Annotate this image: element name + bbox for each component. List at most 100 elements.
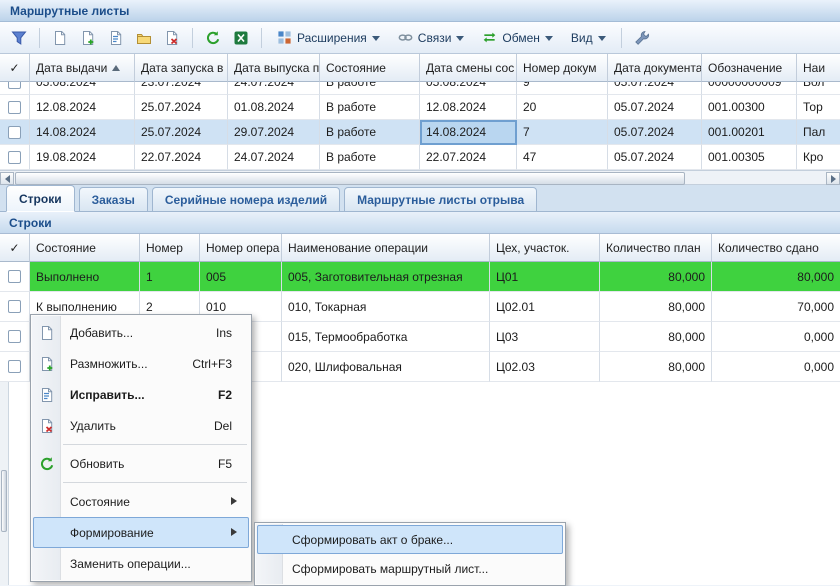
open-button[interactable] bbox=[131, 25, 157, 51]
cell-doc-date[interactable]: 05.07.2024 bbox=[608, 95, 702, 120]
row-checkbox[interactable] bbox=[8, 360, 21, 373]
column-header-issue-date[interactable]: Дата выдачи bbox=[30, 54, 135, 82]
cell-qty-done[interactable]: 70,000 bbox=[712, 292, 840, 322]
horizontal-scroll-thumb[interactable] bbox=[15, 172, 685, 185]
column-header-name[interactable]: Наи bbox=[797, 54, 840, 82]
row-checkbox[interactable] bbox=[8, 330, 21, 343]
cell-state[interactable]: В работе bbox=[320, 82, 420, 95]
tab-zakazy[interactable]: Заказы bbox=[79, 187, 148, 211]
cell-name[interactable]: Пал bbox=[797, 120, 840, 145]
clone-document-button[interactable] bbox=[75, 25, 101, 51]
export-excel-button[interactable] bbox=[228, 25, 254, 51]
table-row[interactable]: 12.08.2024 25.07.2024 01.08.2024 В работ… bbox=[0, 95, 840, 120]
cell-state-change-date[interactable]: 22.07.2024 bbox=[420, 145, 517, 170]
column-header-doc-date[interactable]: Дата документа bbox=[608, 54, 702, 82]
cell-launch-date[interactable]: 23.07.2024 bbox=[135, 82, 228, 95]
refresh-button[interactable] bbox=[200, 25, 226, 51]
table-row-clipped[interactable]: 05.08.2024 23.07.2024 24.07.2024 В работ… bbox=[0, 82, 840, 95]
menu-item-edit[interactable]: Исправить... F2 bbox=[33, 379, 249, 410]
cell-launch-date[interactable]: 22.07.2024 bbox=[135, 145, 228, 170]
cell-qty-plan[interactable]: 80,000 bbox=[600, 352, 712, 382]
new-document-button[interactable] bbox=[47, 25, 73, 51]
menu-item-formation[interactable]: Формирование bbox=[33, 517, 249, 548]
vertical-scrollbar[interactable] bbox=[0, 382, 9, 585]
column-header-state-change-date[interactable]: Дата смены сос bbox=[420, 54, 517, 82]
cell-workshop[interactable]: Ц02.03 bbox=[490, 352, 600, 382]
table-row-selected[interactable]: 14.08.2024 25.07.2024 29.07.2024 В работ… bbox=[0, 120, 840, 145]
tab-stroki[interactable]: Строки bbox=[6, 185, 75, 212]
cell-name[interactable]: Кро bbox=[797, 145, 840, 170]
cell-state[interactable]: В работе bbox=[320, 95, 420, 120]
exchange-menu-button[interactable]: Обмен bbox=[474, 25, 561, 51]
cell-operation-name[interactable]: 005, Заготовительная отрезная bbox=[282, 262, 490, 292]
cell-designation[interactable]: 001.00305 bbox=[702, 145, 797, 170]
menu-item-delete[interactable]: Удалить Del bbox=[33, 410, 249, 441]
column-header-release-date[interactable]: Дата выпуска п bbox=[228, 54, 320, 82]
cell-qty-plan[interactable]: 80,000 bbox=[600, 292, 712, 322]
extensions-menu-button[interactable]: Расширения bbox=[269, 25, 388, 51]
view-menu-button[interactable]: Вид bbox=[563, 25, 614, 51]
row-checkbox[interactable] bbox=[8, 82, 21, 89]
submenu-item-route-sheet[interactable]: Сформировать маршрутный лист... bbox=[257, 554, 563, 583]
cell-release-date[interactable]: 24.07.2024 bbox=[228, 145, 320, 170]
cell-operation-number[interactable]: 005 bbox=[200, 262, 282, 292]
cell-designation[interactable]: 001.00300 bbox=[702, 95, 797, 120]
cell-release-date[interactable]: 29.07.2024 bbox=[228, 120, 320, 145]
horizontal-scrollbar[interactable] bbox=[0, 170, 840, 185]
menu-item-state[interactable]: Состояние bbox=[33, 486, 249, 517]
column-header-state[interactable]: Состояние bbox=[30, 234, 140, 262]
cell-name[interactable]: Вол bbox=[797, 82, 840, 95]
cell-doc-number[interactable]: 7 bbox=[517, 120, 608, 145]
cell-doc-number[interactable]: 20 bbox=[517, 95, 608, 120]
cell-state-change-date[interactable]: 12.08.2024 bbox=[420, 95, 517, 120]
cell-doc-number[interactable]: 9 bbox=[517, 82, 608, 95]
operation-row-done[interactable]: Выполнено 1 005 005, Заготовительная отр… bbox=[0, 262, 840, 292]
row-checkbox[interactable] bbox=[8, 151, 21, 164]
column-header-qty-plan[interactable]: Количество план bbox=[600, 234, 712, 262]
cell-operation-name[interactable]: 015, Термообработка bbox=[282, 322, 490, 352]
table-row[interactable]: 19.08.2024 22.07.2024 24.07.2024 В работ… bbox=[0, 145, 840, 170]
cell-doc-number[interactable]: 47 bbox=[517, 145, 608, 170]
cell-name[interactable]: Тор bbox=[797, 95, 840, 120]
tab-tear-off-sheets[interactable]: Маршрутные листы отрыва bbox=[344, 187, 537, 211]
column-header-workshop[interactable]: Цех, участок. bbox=[490, 234, 600, 262]
column-header-launch-date[interactable]: Дата запуска в bbox=[135, 54, 228, 82]
row-checkbox[interactable] bbox=[8, 300, 21, 313]
settings-button[interactable] bbox=[629, 25, 655, 51]
cell-operation-name[interactable]: 010, Токарная bbox=[282, 292, 490, 322]
cell-qty-plan[interactable]: 80,000 bbox=[600, 262, 712, 292]
scroll-left-button[interactable] bbox=[0, 172, 14, 185]
cell-workshop[interactable]: Ц02.01 bbox=[490, 292, 600, 322]
cell-doc-date[interactable]: 05.07.2024 bbox=[608, 120, 702, 145]
cell-release-date[interactable]: 24.07.2024 bbox=[228, 82, 320, 95]
cell-number[interactable]: 1 bbox=[140, 262, 200, 292]
cell-qty-done[interactable]: 0,000 bbox=[712, 352, 840, 382]
cell-state[interactable]: Выполнено bbox=[30, 262, 140, 292]
menu-item-clone[interactable]: Размножить... Ctrl+F3 bbox=[33, 348, 249, 379]
menu-item-add[interactable]: Добавить... Ins bbox=[33, 317, 249, 348]
cell-designation[interactable]: 001.00201 bbox=[702, 120, 797, 145]
cell-operation-name[interactable]: 020, Шлифовальная bbox=[282, 352, 490, 382]
cell-doc-date[interactable]: 05.07.2024 bbox=[608, 145, 702, 170]
cell-release-date[interactable]: 01.08.2024 bbox=[228, 95, 320, 120]
column-header-state[interactable]: Состояние bbox=[320, 54, 420, 82]
cell-issue-date[interactable]: 05.08.2024 bbox=[30, 82, 135, 95]
cell-issue-date[interactable]: 19.08.2024 bbox=[30, 145, 135, 170]
cell-issue-date[interactable]: 14.08.2024 bbox=[30, 120, 135, 145]
cell-workshop[interactable]: Ц03 bbox=[490, 322, 600, 352]
cell-qty-done[interactable]: 0,000 bbox=[712, 322, 840, 352]
tab-serial-numbers[interactable]: Серийные номера изделий bbox=[152, 187, 340, 211]
menu-item-refresh[interactable]: Обновить F5 bbox=[33, 448, 249, 479]
cell-launch-date[interactable]: 25.07.2024 bbox=[135, 120, 228, 145]
filter-button[interactable] bbox=[6, 25, 32, 51]
row-checkbox[interactable] bbox=[8, 126, 21, 139]
vertical-scroll-thumb[interactable] bbox=[1, 470, 7, 532]
cell-state-change-date[interactable]: 05.08.2024 bbox=[420, 82, 517, 95]
column-header-doc-number[interactable]: Номер докум bbox=[517, 54, 608, 82]
select-all-header[interactable]: ✓ bbox=[0, 234, 30, 262]
cell-state[interactable]: В работе bbox=[320, 145, 420, 170]
cell-qty-done[interactable]: 80,000 bbox=[712, 262, 840, 292]
row-checkbox[interactable] bbox=[8, 270, 21, 283]
submenu-item-defect-act[interactable]: Сформировать акт о браке... bbox=[257, 525, 563, 554]
row-checkbox[interactable] bbox=[8, 101, 21, 114]
